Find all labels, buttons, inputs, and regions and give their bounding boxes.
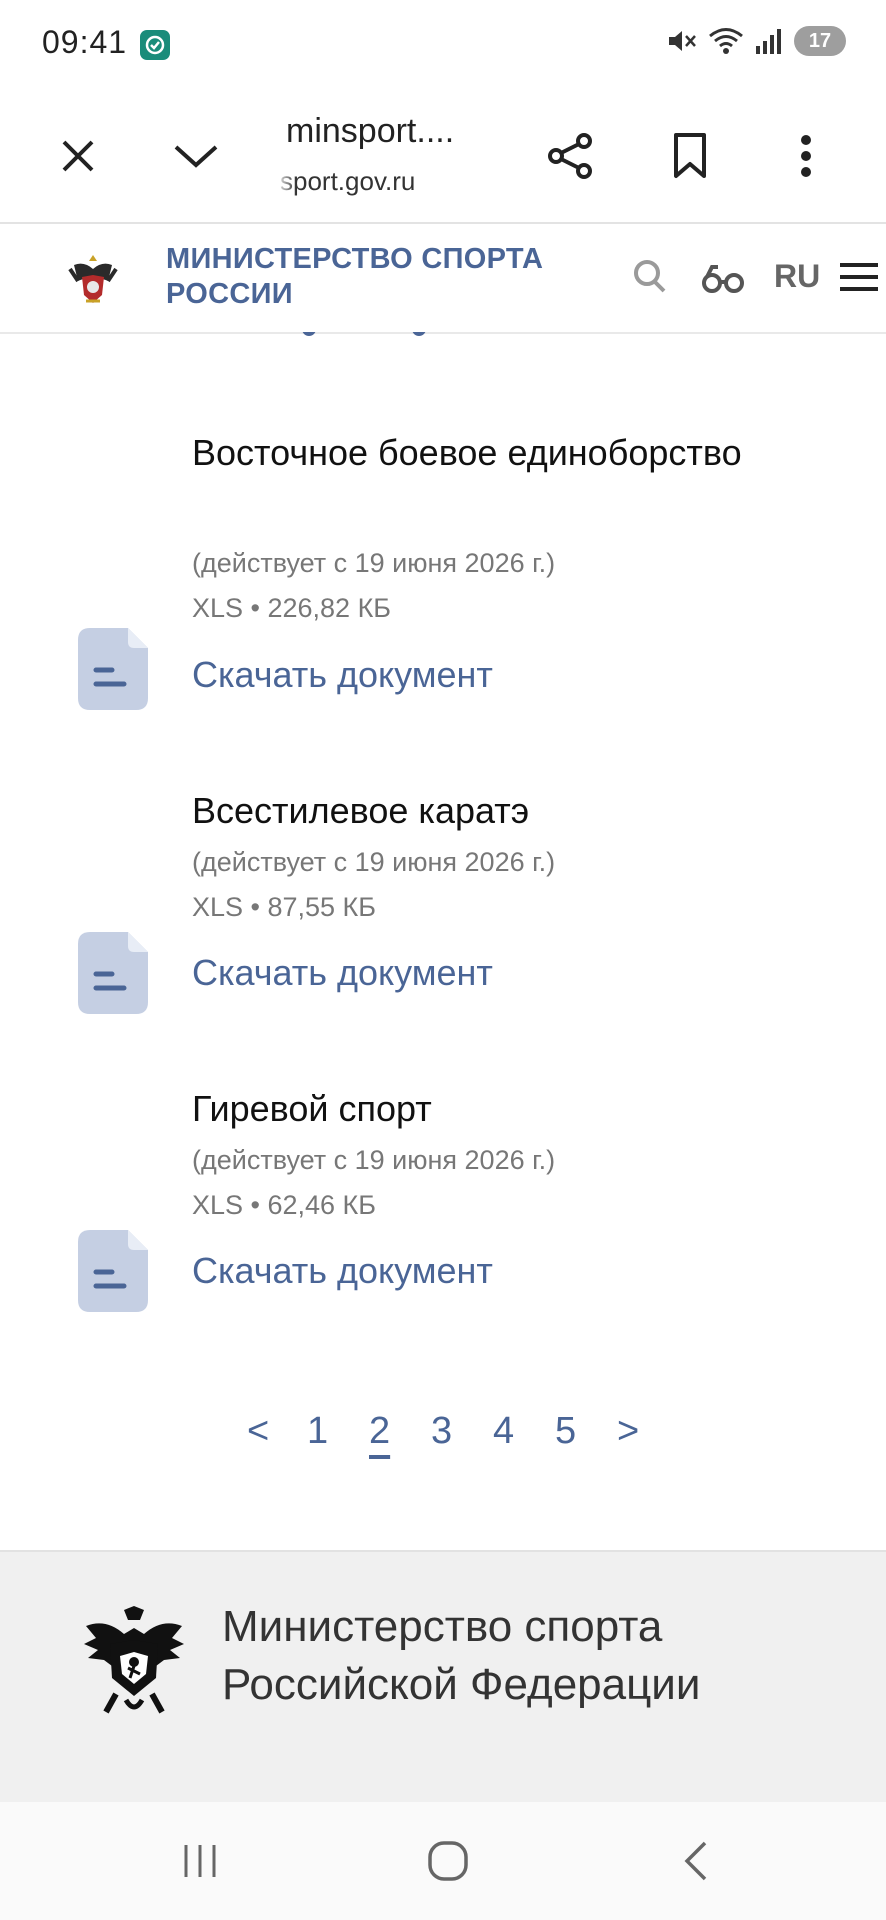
pagination-page-1[interactable]: 1 bbox=[307, 1410, 328, 1453]
pagination-page-2-current[interactable]: 2 bbox=[369, 1410, 390, 1453]
url-fade bbox=[276, 162, 296, 198]
clipped-previous-item bbox=[192, 332, 492, 340]
back-button[interactable] bbox=[666, 1836, 726, 1886]
close-icon bbox=[62, 140, 94, 172]
home-icon bbox=[428, 1841, 468, 1881]
footer-line-2: Российской Федерации bbox=[222, 1660, 701, 1709]
battery-indicator: 17 bbox=[794, 26, 846, 56]
bookmark-icon bbox=[674, 133, 706, 178]
menu-button[interactable] bbox=[838, 262, 878, 292]
download-document-link[interactable]: Скачать документ bbox=[192, 952, 493, 994]
pagination-page-5[interactable]: 5 bbox=[555, 1410, 576, 1453]
chevron-down-icon bbox=[174, 145, 218, 168]
footer-ministry-name: Министерство спорта Российской Федерации bbox=[222, 1598, 700, 1714]
site-title[interactable]: МИНИСТЕРСТВО СПОРТА РОССИИ bbox=[166, 242, 566, 312]
document-format-size: XLS • 62,46 КБ bbox=[192, 1190, 377, 1220]
minimize-button[interactable] bbox=[166, 126, 226, 186]
coat-of-arms-logo[interactable] bbox=[64, 251, 122, 309]
document-icon bbox=[78, 628, 148, 710]
glasses-icon bbox=[702, 265, 744, 293]
signal-icon bbox=[754, 26, 784, 56]
notification-app-icon bbox=[140, 30, 170, 60]
page-url-domain[interactable]: sport.gov.ru bbox=[280, 166, 415, 197]
site-header: МИНИСТЕРСТВО СПОРТА РОССИИ RU bbox=[0, 224, 886, 334]
download-document-link[interactable]: Скачать документ bbox=[192, 1250, 493, 1292]
close-tab-button[interactable] bbox=[48, 126, 108, 186]
pagination-page-3[interactable]: 3 bbox=[431, 1410, 452, 1453]
share-button[interactable] bbox=[540, 126, 600, 186]
pagination-page-4[interactable]: 4 bbox=[493, 1410, 514, 1453]
document-icon bbox=[78, 932, 148, 1014]
document-icon bbox=[78, 1230, 148, 1312]
document-title: Гиревой спорт bbox=[192, 1088, 432, 1129]
footer-line-1: Министерство спорта bbox=[222, 1602, 663, 1651]
pagination: < 1 2 3 4 5 > bbox=[0, 1410, 886, 1470]
status-bar: 09:41 17 bbox=[0, 0, 886, 90]
download-document-link[interactable]: Скачать документ bbox=[192, 654, 493, 696]
pagination-prev[interactable]: < bbox=[247, 1410, 269, 1453]
document-format-size: XLS • 226,82 КБ bbox=[192, 593, 392, 623]
home-button[interactable] bbox=[418, 1836, 478, 1886]
more-vert-icon bbox=[801, 135, 811, 177]
document-validity: (действует с 19 июня 2026 г.) bbox=[192, 548, 556, 578]
system-nav-bar bbox=[0, 1802, 886, 1920]
status-time: 09:41 bbox=[42, 24, 128, 60]
status-icons: 17 bbox=[666, 26, 846, 56]
document-validity: (действует с 19 июня 2026 г.) bbox=[192, 1145, 556, 1175]
mute-icon bbox=[666, 26, 698, 56]
hamburger-menu-icon bbox=[840, 263, 878, 291]
document-title: Восточное боевое единоборство bbox=[192, 432, 742, 473]
bookmark-button[interactable] bbox=[660, 126, 720, 186]
recent-apps-button[interactable] bbox=[170, 1836, 230, 1886]
document-format-size: XLS • 87,55 КБ bbox=[192, 892, 377, 922]
recent-apps-icon bbox=[184, 1845, 216, 1877]
wifi-icon bbox=[708, 26, 744, 56]
document-validity: (действует с 19 июня 2026 г.) bbox=[192, 847, 556, 877]
browser-toolbar: minsport.... sport.gov.ru bbox=[0, 90, 886, 224]
double-headed-eagle-emblem bbox=[76, 1604, 192, 1720]
search-button[interactable] bbox=[632, 258, 668, 296]
more-options-button[interactable] bbox=[776, 126, 836, 186]
back-chevron-icon bbox=[684, 1841, 707, 1881]
search-icon bbox=[634, 260, 666, 293]
share-icon bbox=[548, 133, 592, 179]
accessibility-button[interactable] bbox=[702, 264, 744, 294]
site-footer: Министерство спорта Российской Федерации bbox=[0, 1550, 886, 1804]
document-title: Всестилевое каратэ bbox=[192, 790, 530, 831]
page-url-title[interactable]: minsport.... bbox=[286, 112, 454, 151]
language-switcher[interactable]: RU bbox=[774, 258, 820, 295]
pagination-next[interactable]: > bbox=[617, 1410, 639, 1453]
